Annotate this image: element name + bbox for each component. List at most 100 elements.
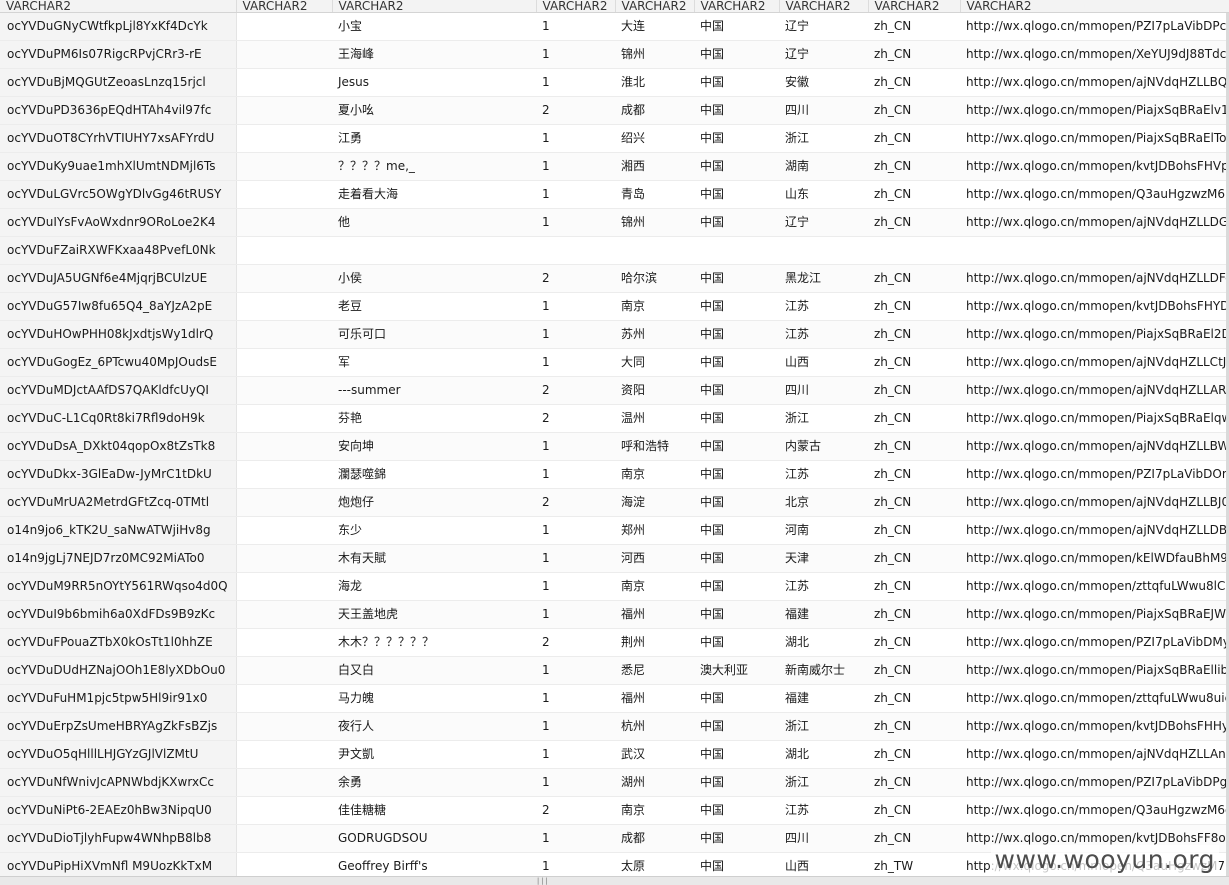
table-cell[interactable] (236, 600, 332, 629)
table-cell[interactable]: 炮炮仔 (332, 488, 536, 517)
table-cell[interactable]: http://wx.qlogo.cn/mmopen/PiajxSqBRaEJWs… (960, 600, 1229, 629)
table-cell[interactable]: http://wx.qlogo.cn/mmopen/ajNVdqHZLLDGtv… (960, 208, 1229, 237)
table-cell[interactable]: zh_CN (868, 740, 960, 769)
table-row[interactable]: ocYVDuFPouaZTbX0kOsTt1l0hhZE 木木？？？？？？ 2 荆州中… (0, 628, 1229, 657)
table-cell[interactable]: ocYVDuJA5UGNf6e4MjqrjBCUlzUE (0, 264, 237, 293)
table-row[interactable]: ocYVDuLGVrc5OWgYDlvGg46tRUSY 走着看大海 1 青岛 中国 山东… (0, 180, 1229, 209)
table-cell[interactable]: zh_TW (868, 852, 960, 876)
table-cell[interactable]: 中国 (694, 124, 779, 153)
table-cell[interactable]: 河西 (615, 544, 694, 573)
table-cell[interactable]: zh_CN (868, 600, 960, 629)
table-cell[interactable]: 南京 (615, 572, 694, 601)
table-row[interactable]: ocYVDuBjMQGUtZeoasLnzq15rjcl Jesus 1 淮北 中国 安徽… (0, 68, 1229, 97)
table-cell[interactable]: zh_CN (868, 292, 960, 321)
table-cell[interactable]: 1 (536, 516, 615, 545)
table-row[interactable]: o14n9jo6_kTK2U_saNwATWjiHv8g 东少 1 郑州 中国 河南 zh_… (0, 516, 1229, 545)
table-cell[interactable]: 辽宁 (779, 208, 868, 237)
table-row[interactable]: ocYVDuGogEz_6PTcwu40MpJOudsE 军 1 大同 中国 山西 zh_C… (0, 348, 1229, 377)
table-cell[interactable]: http://wx.qlogo.cn/mmopen/Q3auHgzwzM6nh0… (960, 180, 1229, 209)
table-cell[interactable]: 荆州 (615, 628, 694, 657)
table-cell[interactable] (332, 236, 536, 265)
table-cell[interactable] (615, 236, 694, 265)
table-cell[interactable]: 中国 (694, 460, 779, 489)
table-cell[interactable]: 江苏 (779, 292, 868, 321)
table-cell[interactable] (694, 236, 779, 265)
table-cell[interactable]: 武汉 (615, 740, 694, 769)
table-row[interactable]: ocYVDuMrUA2MetrdGFtZcq-0TMtl 炮炮仔 2 海淀 中国 北京 zh… (0, 488, 1229, 517)
table-cell[interactable] (236, 796, 332, 825)
table-cell[interactable] (236, 264, 332, 293)
table-cell[interactable]: 大连 (615, 12, 694, 41)
table-cell[interactable]: 澳大利亚 (694, 656, 779, 685)
table-cell[interactable]: 中国 (694, 572, 779, 601)
table-cell[interactable]: 江勇 (332, 124, 536, 153)
table-row[interactable]: ocYVDuKy9uae1mhXlUmtNDMjl6Ts ？？？？me,_ 1 湘西中… (0, 152, 1229, 181)
table-cell[interactable]: 尹文凱 (332, 740, 536, 769)
table-cell[interactable]: 海龙 (332, 572, 536, 601)
table-cell[interactable]: http://wx.qlogo.cn/mmopen/PZI7pLaVibDPgB… (960, 768, 1229, 797)
table-row[interactable]: o14n9jgLj7NEJD7rz0MC92MiATo0 木有天賦 1 河西 中国 天津 z… (0, 544, 1229, 573)
table-cell[interactable]: 中国 (694, 712, 779, 741)
table-cell[interactable]: 海淀 (615, 488, 694, 517)
table-cell[interactable] (236, 712, 332, 741)
table-cell[interactable]: zh_CN (868, 432, 960, 461)
table-cell[interactable]: 南京 (615, 460, 694, 489)
table-cell[interactable] (960, 236, 1229, 265)
table-cell[interactable]: 北京 (779, 488, 868, 517)
table-cell[interactable]: 四川 (779, 824, 868, 853)
table-cell[interactable]: 苏州 (615, 320, 694, 349)
table-cell[interactable]: 大同 (615, 348, 694, 377)
table-cell[interactable]: http://wx.qlogo.cn/mmopen/ajNVdqHZLLARy0… (960, 376, 1229, 405)
table-row[interactable]: ocYVDuM9RR5nOYtY561RWqso4d0Q 海龙 1 南京 中国 江苏 zh_… (0, 572, 1229, 601)
table-cell[interactable]: zh_CN (868, 320, 960, 349)
table-cell[interactable]: ocYVDuPD3636pEQdHTAh4vil97fc (0, 96, 237, 125)
table-cell[interactable]: ocYVDuLGVrc5OWgYDlvGg46tRUSY (0, 180, 237, 209)
table-cell[interactable]: zh_CN (868, 404, 960, 433)
table-cell[interactable] (236, 488, 332, 517)
table-cell[interactable]: 浙江 (779, 768, 868, 797)
table-cell[interactable]: Geoffrey Birff's (332, 852, 536, 876)
table-cell[interactable]: 浙江 (779, 712, 868, 741)
table-cell[interactable]: ocYVDuGogEz_6PTcwu40MpJOudsE (0, 348, 237, 377)
table-cell[interactable]: o14n9jo6_kTK2U_saNwATWjiHv8g (0, 516, 237, 545)
table-cell[interactable]: 中国 (694, 768, 779, 797)
table-cell[interactable]: 1 (536, 68, 615, 97)
table-cell[interactable]: 南京 (615, 796, 694, 825)
table-cell[interactable]: 2 (536, 404, 615, 433)
table-cell[interactable]: 哈尔滨 (615, 264, 694, 293)
table-cell[interactable]: ocYVDuOT8CYrhVTIUHY7xsAFYrdU (0, 124, 237, 153)
table-cell[interactable]: zh_CN (868, 796, 960, 825)
table-cell[interactable]: 中国 (694, 320, 779, 349)
table-cell[interactable]: 2 (536, 796, 615, 825)
column-header[interactable]: VARCHAR2 (615, 0, 695, 13)
table-cell[interactable]: 福建 (779, 600, 868, 629)
table-cell[interactable]: http://wx.qlogo.cn/mmopen/ajNVdqHZLLCtJC… (960, 348, 1229, 377)
table-cell[interactable]: 福州 (615, 684, 694, 713)
table-cell[interactable]: 余勇 (332, 768, 536, 797)
table-row[interactable]: ocYVDuG57Iw8fu65Q4_8aYJzA2pE 老豆 1 南京 中国 江苏 zh_… (0, 292, 1229, 321)
table-cell[interactable]: 1 (536, 208, 615, 237)
table-cell[interactable]: 1 (536, 824, 615, 853)
table-cell[interactable] (236, 404, 332, 433)
table-cell[interactable]: 安徽 (779, 68, 868, 97)
column-header[interactable]: VARCHAR2 (0, 0, 237, 13)
table-row[interactable]: ocYVDuErpZsUmeHBRYAgZkFsBZjs 夜行人 1 杭州 中国 浙江 zh… (0, 712, 1229, 741)
table-cell[interactable] (236, 376, 332, 405)
column-header[interactable]: VARCHAR2 (536, 0, 616, 13)
table-cell[interactable]: ocYVDuNiPt6-2EAEz0hBw3NipqU0 (0, 796, 237, 825)
table-cell[interactable]: zh_CN (868, 824, 960, 853)
table-cell[interactable]: zh_CN (868, 768, 960, 797)
table-cell[interactable]: 白又白 (332, 656, 536, 685)
table-cell[interactable]: zh_CN (868, 124, 960, 153)
table-cell[interactable]: http://wx.qlogo.cn/mmopen/kElWDfauBhM9ce… (960, 544, 1229, 573)
table-cell[interactable] (236, 852, 332, 876)
table-cell[interactable]: zh_CN (868, 208, 960, 237)
table-cell[interactable]: ocYVDuFuHM1pjc5tpw5Hl9ir91x0 (0, 684, 237, 713)
table-cell[interactable] (236, 740, 332, 769)
table-cell[interactable]: 中国 (694, 376, 779, 405)
table-cell[interactable]: ocYVDuKy9uae1mhXlUmtNDMjl6Ts (0, 152, 237, 181)
column-header[interactable]: VARCHAR2 (960, 0, 1229, 13)
table-row[interactable]: ocYVDuOT8CYrhVTIUHY7xsAFYrdU 江勇 1 绍兴 中国 浙江 zh_… (0, 124, 1229, 153)
table-cell[interactable]: ocYVDuDkx-3GlEaDw-JyMrC1tDkU (0, 460, 237, 489)
table-cell[interactable]: 山东 (779, 180, 868, 209)
